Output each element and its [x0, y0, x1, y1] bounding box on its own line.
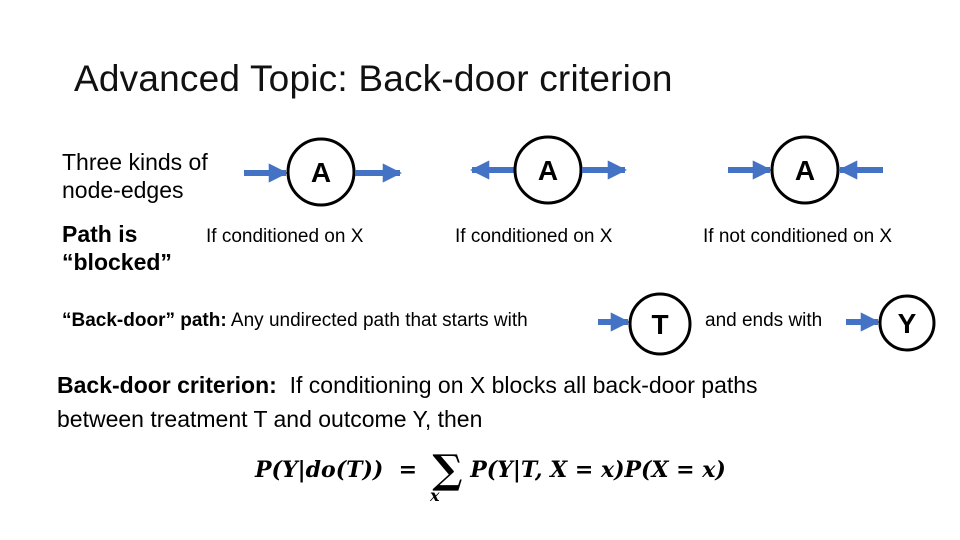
chain-node-edge: A	[244, 137, 402, 207]
backdoor-end-node: Y	[846, 294, 936, 352]
chain-node-label: A	[311, 157, 331, 188]
node-edge-diagram: A A A T Y	[244, 135, 936, 356]
outcome-node-label: Y	[898, 308, 917, 339]
backdoor-start-node: T	[598, 292, 692, 356]
fork-node-label: A	[538, 155, 558, 186]
fork-node-edge: A	[470, 135, 627, 205]
collider-node-label: A	[795, 155, 815, 186]
collider-node-edge: A	[728, 135, 883, 205]
treatment-node-label: T	[651, 309, 668, 340]
